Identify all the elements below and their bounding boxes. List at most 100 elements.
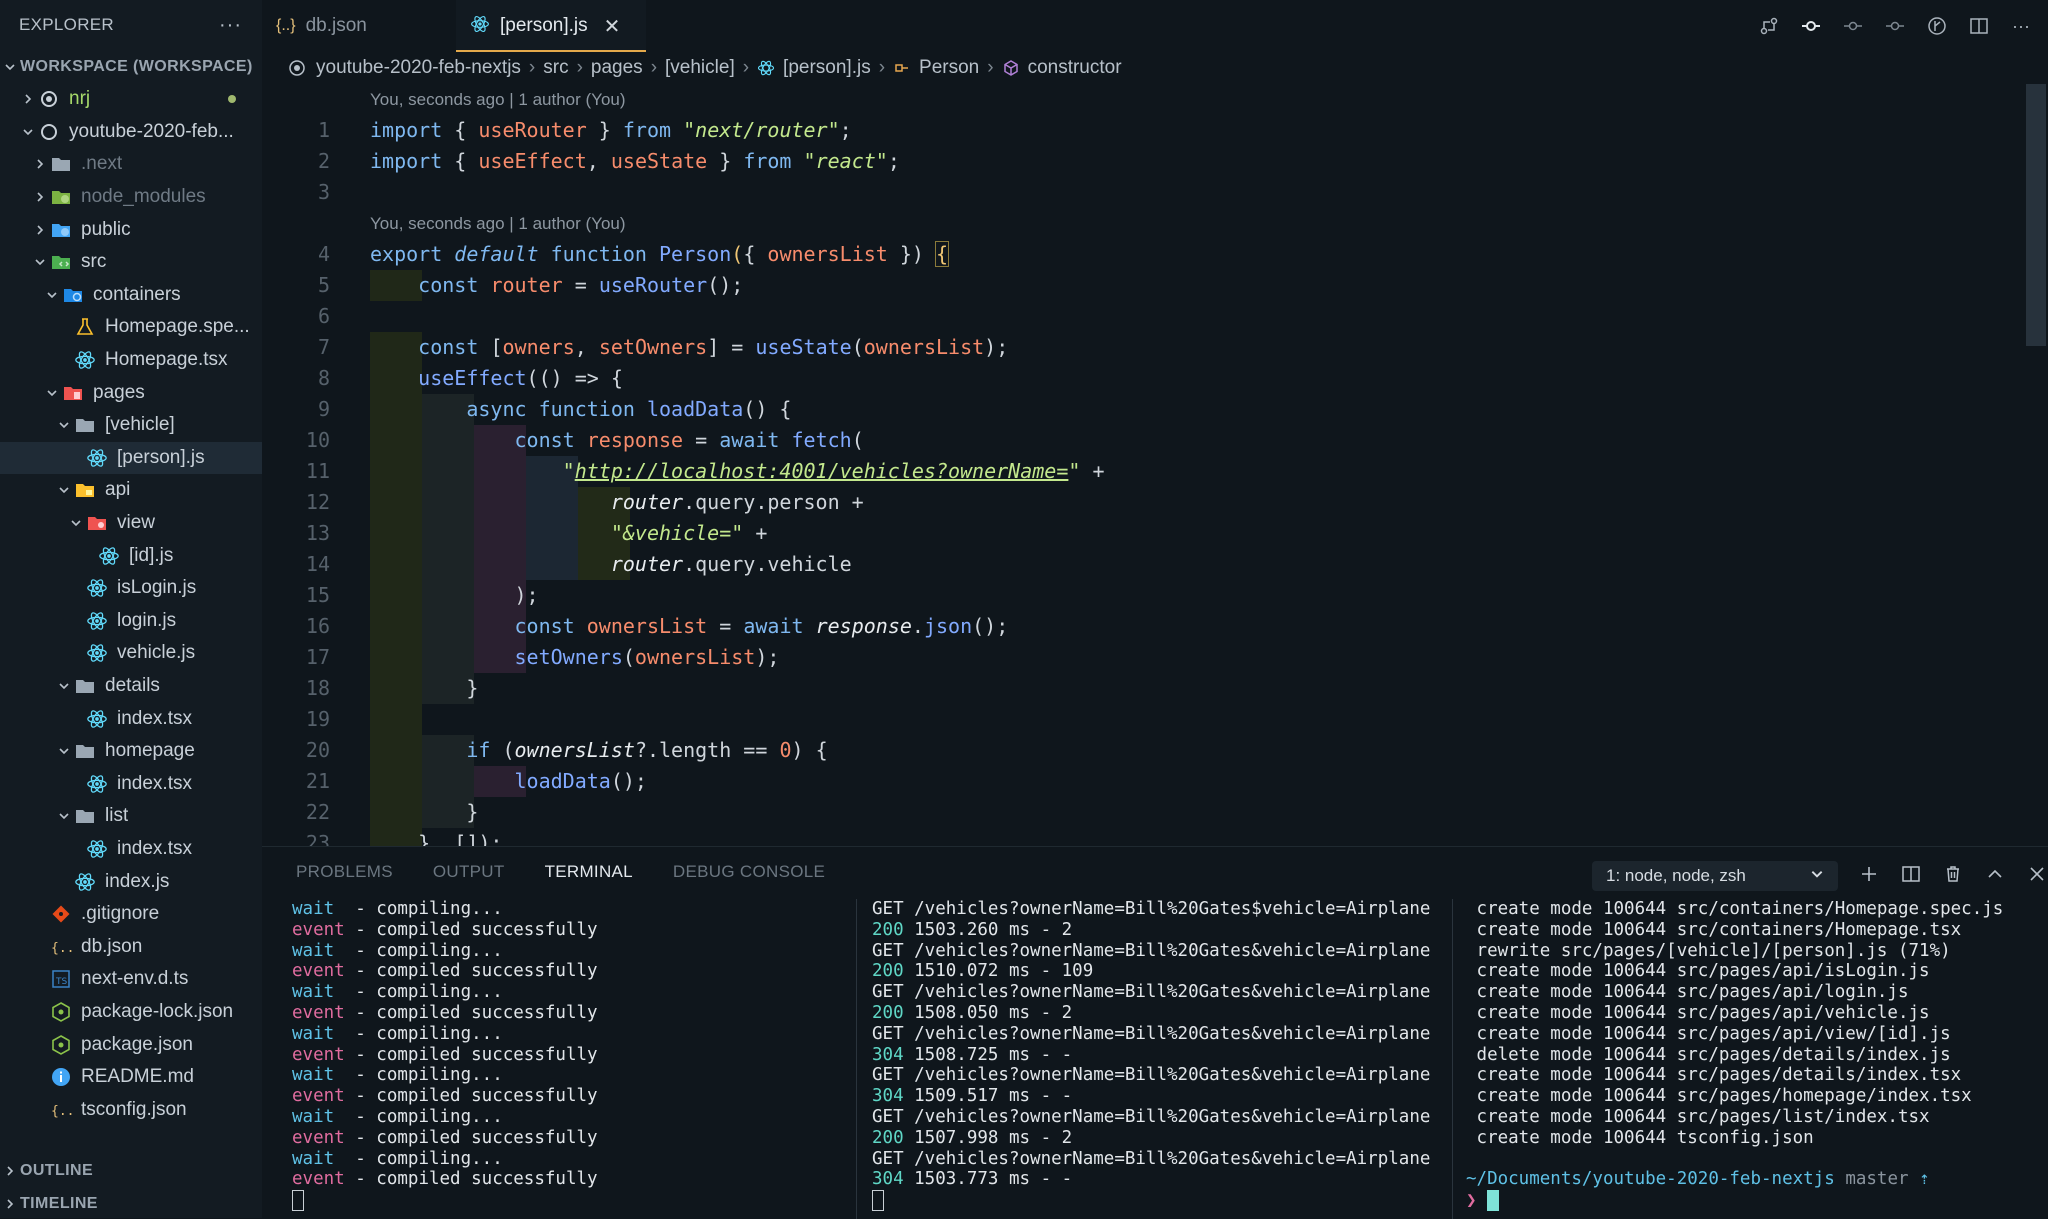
terminal-text: - compiling... [334, 940, 503, 961]
tree-file-item[interactable]: TS next-env.d.ts [0, 963, 262, 996]
tree-item-label: details [105, 674, 160, 696]
terminal-pane-1[interactable]: wait - compiling... event - compiled succ… [292, 899, 852, 1219]
tree-file-item[interactable]: package.json [0, 1028, 262, 1061]
tree-folder-item[interactable]: public [0, 213, 262, 246]
close-icon[interactable]: ✕ [604, 14, 621, 39]
terminal-pane-2[interactable]: GET /vehicles?ownerName=Bill%20Gates$veh… [872, 899, 1432, 1219]
tree-file-item[interactable]: index.tsx [0, 833, 262, 866]
terminal-text: - compiling... [334, 1148, 503, 1169]
folder-icon [74, 740, 96, 762]
code-line: 17 setOwners(ownersList); [262, 642, 2022, 673]
code-editor[interactable]: You, seconds ago | 1 author (You) 1 impor… [262, 84, 2022, 846]
code-line: 5 const router = useRouter(); [262, 270, 2022, 301]
tree-folder-item[interactable]: view [0, 507, 262, 540]
tab-debug-console[interactable]: DEBUG CONSOLE [673, 847, 825, 897]
status-code: 200 [872, 919, 904, 940]
breadcrumb: youtube-2020-feb-nextjs › src › pages › [ve… [262, 52, 2048, 84]
breadcrumb-item[interactable]: constructor [1028, 57, 1122, 79]
terminal-cursor [872, 1190, 884, 1212]
previous-revision-icon[interactable] [1842, 15, 1864, 37]
tree-folder-item[interactable]: homepage [0, 735, 262, 768]
terminal-divider[interactable] [856, 899, 857, 1219]
tree-file-item[interactable]: README.md [0, 1061, 262, 1094]
close-icon[interactable] [2024, 861, 2048, 887]
maximize-panel-icon[interactable] [1982, 861, 2008, 887]
tree-file-item[interactable]: isLogin.js [0, 572, 262, 605]
codelens-blame[interactable]: You, seconds ago | 1 author (You) [262, 84, 2022, 115]
tree-item-label: .next [81, 153, 123, 175]
tree-folder-item[interactable]: api [0, 474, 262, 507]
terminal-text: delete mode 100644 src/pages/details/ind… [1466, 1044, 1951, 1065]
timeline-section-header[interactable]: TIMELINE [0, 1187, 262, 1218]
tree-item-label: db.json [81, 935, 143, 957]
tree-folder-item[interactable]: node_modules [0, 181, 262, 214]
editor-scrollbar[interactable] [2026, 84, 2046, 346]
more-actions-icon[interactable]: ··· [219, 14, 242, 37]
terminal-text: - compiled successfully [344, 1002, 598, 1023]
outline-section-header[interactable]: OUTLINE [0, 1154, 262, 1187]
tree-file-item[interactable]: {..} tsconfig.json [0, 1093, 262, 1126]
terminal-line: GET /vehicles?ownerName=Bill%20Gates&veh… [872, 1024, 1432, 1045]
tree-file-item[interactable]: index.tsx [0, 702, 262, 735]
tree-folder-item[interactable]: containers [0, 279, 262, 312]
tree-file-item[interactable]: login.js [0, 605, 262, 638]
terminal-select[interactable]: 1: node, node, zsh [1592, 861, 1838, 891]
tab-problems[interactable]: PROBLEMS [296, 847, 393, 897]
tree-folder-item[interactable]: .next [0, 148, 262, 181]
tree-file-item[interactable]: Homepage.spe... [0, 311, 262, 344]
prompt-arrow: ⇡ [1919, 1169, 1930, 1190]
compare-changes-icon[interactable] [1758, 15, 1780, 37]
terminal-line: create mode 100644 src/containers/Homepa… [1466, 920, 2046, 941]
tree-folder-item[interactable]: youtube-2020-feb... [0, 116, 262, 149]
public-folder-icon [50, 219, 72, 241]
tab-person-js[interactable]: [person].js ✕ [456, 0, 646, 52]
tree-file-item[interactable]: Homepage.tsx [0, 344, 262, 377]
trash-icon[interactable] [1940, 861, 1966, 887]
tree-file-item[interactable]: [person].js [0, 441, 262, 475]
breadcrumb-item[interactable]: Person [919, 57, 979, 79]
tab-terminal[interactable]: TERMINAL [545, 847, 633, 897]
tree-folder-item[interactable]: details [0, 670, 262, 703]
react-icon [98, 545, 120, 567]
split-terminal-icon[interactable] [1898, 861, 1924, 887]
gitlens-icon[interactable] [1926, 15, 1948, 37]
tree-item-label: src [81, 251, 107, 273]
pages-folder-icon [62, 382, 84, 404]
terminal-divider[interactable] [1452, 899, 1453, 1219]
breadcrumb-item[interactable]: [person].js [783, 57, 871, 79]
git-commit-icon[interactable] [1800, 15, 1822, 37]
breadcrumb-item[interactable]: [vehicle] [665, 57, 735, 79]
terminal-pane-3[interactable]: create mode 100644 src/containers/Homepa… [1466, 899, 2046, 1219]
tree-file-item[interactable]: index.js [0, 865, 262, 898]
tree-folder-item[interactable]: [vehicle] [0, 409, 262, 442]
tree-folder-item[interactable]: nrj [0, 83, 262, 116]
workspace-section-header[interactable]: WORKSPACE (WORKSPACE) [0, 50, 262, 83]
terminal-line: wait - compiling... [292, 1107, 852, 1128]
breadcrumb-item[interactable]: youtube-2020-feb-nextjs [316, 57, 521, 79]
prompt-symbol: ❯ [1466, 1190, 1477, 1211]
codelens-blame[interactable]: You, seconds ago | 1 author (You) [262, 208, 2022, 239]
terminal-line: GET /vehicles?ownerName=Bill%20Gates&veh… [872, 1149, 1432, 1170]
next-revision-icon[interactable] [1884, 15, 1906, 37]
tree-file-item[interactable]: {..} db.json [0, 930, 262, 963]
tree-folder-item[interactable]: pages [0, 376, 262, 409]
tab-db-json[interactable]: {..} db.json [262, 0, 456, 52]
split-editor-icon[interactable] [1968, 15, 1990, 37]
tree-file-item[interactable]: index.tsx [0, 767, 262, 800]
terminal-text: 1510.072 ms - 109 [903, 961, 1094, 982]
code-line: 14 router.query.vehicle [262, 549, 2022, 580]
new-terminal-icon[interactable] [1856, 861, 1882, 887]
tree-file-item[interactable]: package-lock.json [0, 996, 262, 1029]
tree-folder-item[interactable]: src [0, 246, 262, 279]
breadcrumb-item[interactable]: src [543, 57, 568, 79]
breadcrumb-item[interactable]: pages [591, 57, 643, 79]
tree-folder-item[interactable]: list [0, 800, 262, 833]
tree-file-item[interactable]: [id].js [0, 539, 262, 572]
tree-file-item[interactable]: vehicle.js [0, 637, 262, 670]
tree-file-item[interactable]: .gitignore [0, 898, 262, 931]
tab-output[interactable]: OUTPUT [433, 847, 505, 897]
terminal-text: GET /vehicles?ownerName=Bill%20Gates&veh… [872, 1148, 1431, 1169]
terminal-text: - compiled successfully [344, 1169, 598, 1190]
terminal-line: 304 1503.773 ms - - [872, 1169, 1432, 1190]
more-actions-icon[interactable]: ··· [2010, 15, 2032, 37]
